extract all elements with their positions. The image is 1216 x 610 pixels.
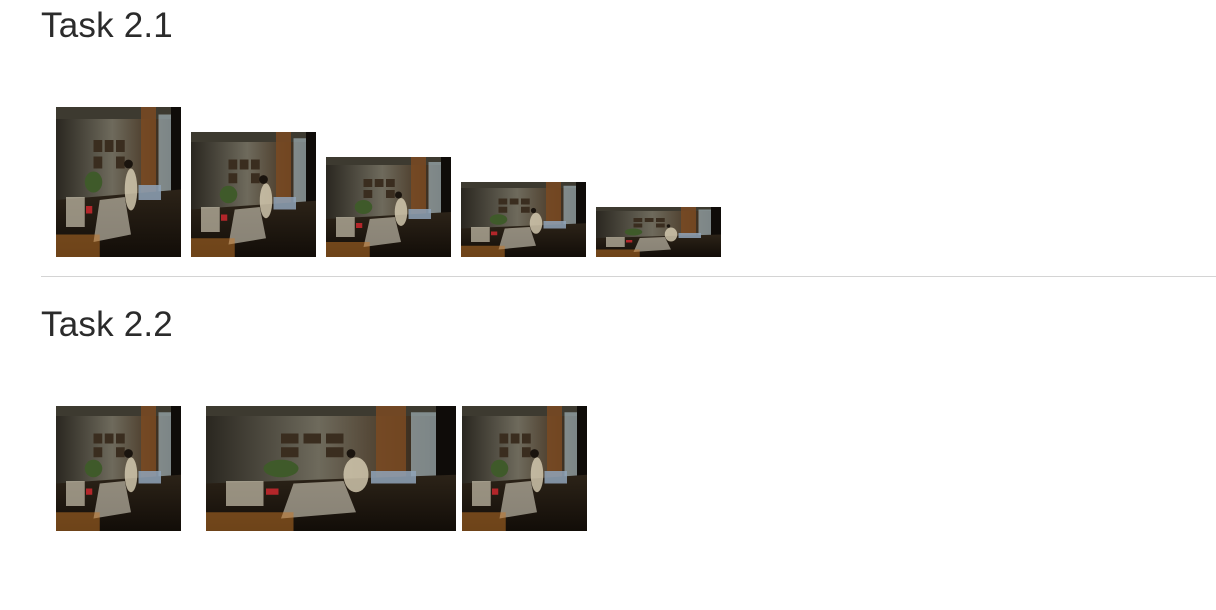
room-photo-thumbnail (56, 107, 181, 257)
room-photo-thumbnail (326, 157, 451, 257)
section-title-task-2-1: Task 2.1 (41, 6, 173, 45)
room-photo-thumbnail (191, 132, 316, 257)
room-photo-wide (206, 406, 456, 531)
section-title-task-2-2: Task 2.2 (41, 305, 173, 344)
room-photo-thumbnail (56, 406, 181, 531)
room-photo-thumbnail (596, 207, 721, 257)
page: Task 2.1 Task 2.2 (0, 0, 1216, 610)
section-divider (41, 276, 1216, 277)
room-photo-thumbnail (461, 182, 586, 257)
room-photo-thumbnail (462, 406, 587, 531)
